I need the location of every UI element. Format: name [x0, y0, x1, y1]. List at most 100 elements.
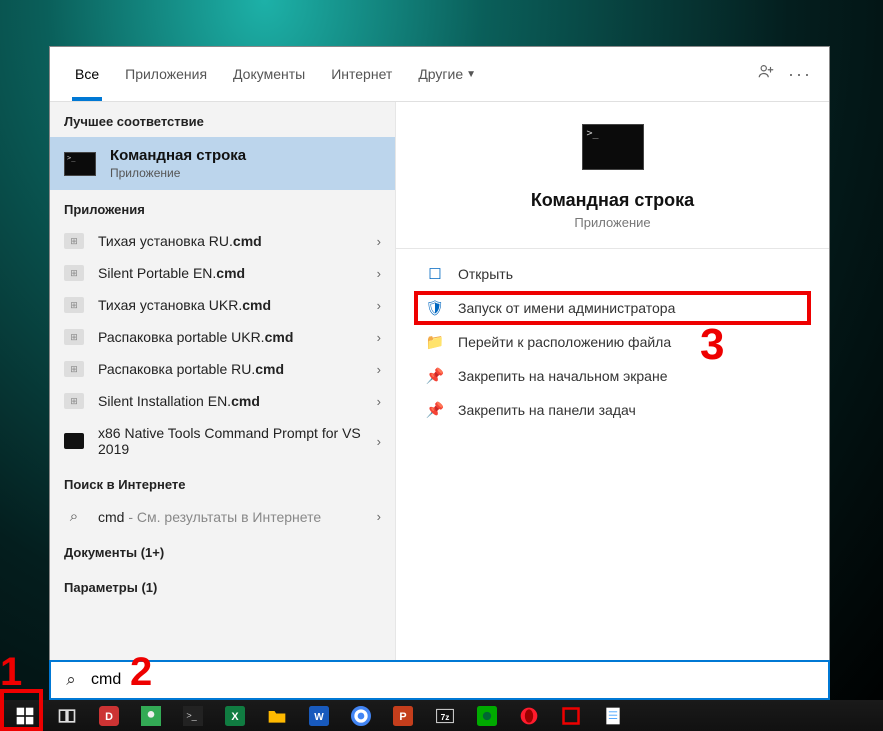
app-result-label: Распаковка portable UKR.cmd: [98, 329, 369, 345]
open-icon: ☐: [424, 265, 446, 283]
search-input-container[interactable]: ⌕: [49, 660, 830, 700]
app-result-label: Распаковка portable RU.cmd: [98, 361, 369, 377]
taskbar-excel-icon[interactable]: X: [214, 701, 256, 730]
taskbar-app-icon[interactable]: [550, 701, 592, 730]
pin-icon: 📌: [424, 401, 446, 419]
svg-text:P: P: [399, 711, 406, 723]
action-pin-start[interactable]: 📌 Закрепить на начальном экране: [396, 359, 829, 393]
tab-documents[interactable]: Документы: [220, 47, 318, 101]
action-list: ☐ Открыть 🛡 Запуск от имени администрато…: [396, 249, 829, 435]
search-content: Лучшее соответствие Командная строка При…: [50, 102, 829, 701]
app-result-label: Тихая установка UKR.cmd: [98, 297, 369, 313]
web-search-label: cmd - См. результаты в Интернете: [98, 509, 369, 525]
chevron-right-icon: ›: [369, 234, 381, 249]
search-input[interactable]: [91, 671, 828, 689]
tab-all[interactable]: Все: [62, 47, 112, 101]
tab-other-label: Другие: [418, 66, 463, 82]
chevron-right-icon: ›: [369, 362, 381, 377]
app-result-label: Тихая установка RU.cmd: [98, 233, 369, 249]
taskbar-app-icon[interactable]: D: [88, 701, 130, 730]
action-label: Запуск от имени администратора: [458, 300, 675, 316]
folder-icon: 📁: [424, 333, 446, 351]
taskbar-terminal-icon[interactable]: >_: [172, 701, 214, 730]
tab-apps[interactable]: Приложения: [112, 47, 220, 101]
tab-other[interactable]: Другие▼: [405, 47, 489, 101]
svg-text:X: X: [231, 711, 239, 723]
preview-subtitle: Приложение: [396, 215, 829, 230]
section-web: Поиск в Интернете: [50, 465, 395, 500]
taskbar-notepad-icon[interactable]: [592, 701, 634, 730]
app-result-label: Silent Installation EN.cmd: [98, 393, 369, 409]
script-icon: ⊞: [64, 233, 84, 249]
callout-1: 1: [0, 650, 22, 695]
cmd-icon: [64, 152, 96, 176]
terminal-icon: [64, 433, 84, 449]
action-label: Закрепить на панели задач: [458, 402, 636, 418]
chevron-right-icon: ›: [369, 298, 381, 313]
start-search-panel: Все Приложения Документы Интернет Другие…: [49, 46, 830, 702]
app-result[interactable]: x86 Native Tools Command Prompt for VS 2…: [50, 417, 395, 465]
taskbar-powerpoint-icon[interactable]: P: [382, 701, 424, 730]
preview-column: Командная строка Приложение ☐ Открыть 🛡 …: [395, 102, 829, 701]
callout-highlight-3: 🛡 Запуск от имени администратора: [414, 291, 811, 325]
app-result[interactable]: ⊞ Тихая установка UKR.cmd ›: [50, 289, 395, 321]
cmd-icon: [582, 124, 644, 170]
app-result-label: Silent Portable EN.cmd: [98, 265, 369, 281]
chevron-right-icon: ›: [369, 509, 381, 524]
search-icon: ⌕: [51, 670, 91, 690]
section-apps: Приложения: [50, 190, 395, 225]
script-icon: ⊞: [64, 265, 84, 281]
action-open[interactable]: ☐ Открыть: [396, 257, 829, 291]
app-result[interactable]: ⊞ Тихая установка RU.cmd ›: [50, 225, 395, 257]
taskbar-opera-icon[interactable]: [508, 701, 550, 730]
more-options-icon[interactable]: ···: [783, 64, 817, 85]
action-pin-taskbar[interactable]: 📌 Закрепить на панели задач: [396, 393, 829, 427]
shield-icon: 🛡: [424, 299, 446, 317]
preview-header: Командная строка Приложение: [396, 102, 829, 248]
tab-internet[interactable]: Интернет: [318, 47, 405, 101]
taskbar-explorer-icon[interactable]: [256, 701, 298, 730]
preview-title: Командная строка: [396, 190, 829, 211]
search-tab-bar: Все Приложения Документы Интернет Другие…: [50, 47, 829, 102]
app-result[interactable]: ⊞ Silent Portable EN.cmd ›: [50, 257, 395, 289]
taskbar: D >_ X W P 7z: [0, 700, 883, 731]
app-result[interactable]: ⊞ Silent Installation EN.cmd ›: [50, 385, 395, 417]
taskbar-chrome-icon[interactable]: [340, 701, 382, 730]
chevron-right-icon: ›: [369, 394, 381, 409]
best-match-item[interactable]: Командная строка Приложение: [50, 137, 395, 190]
best-match-title: Командная строка: [110, 147, 246, 164]
task-view-icon[interactable]: [46, 701, 88, 730]
search-icon: ⌕: [64, 508, 84, 525]
section-settings[interactable]: Параметры (1): [50, 568, 395, 603]
script-icon: ⊞: [64, 329, 84, 345]
svg-text:D: D: [105, 711, 113, 723]
feedback-icon[interactable]: [749, 63, 783, 86]
svg-text:>_: >_: [186, 710, 197, 720]
best-match-text: Командная строка Приложение: [110, 147, 246, 180]
taskbar-7zip-icon[interactable]: 7z: [424, 701, 466, 730]
start-button[interactable]: [4, 701, 46, 730]
action-open-location[interactable]: 📁 Перейти к расположению файла: [396, 325, 829, 359]
app-result[interactable]: ⊞ Распаковка portable UKR.cmd ›: [50, 321, 395, 353]
taskbar-word-icon[interactable]: W: [298, 701, 340, 730]
action-label: Открыть: [458, 266, 513, 282]
script-icon: ⊞: [64, 393, 84, 409]
best-match-subtitle: Приложение: [110, 166, 246, 180]
svg-text:W: W: [314, 712, 324, 723]
app-result-label: x86 Native Tools Command Prompt for VS 2…: [98, 425, 369, 457]
pin-icon: 📌: [424, 367, 446, 385]
taskbar-app-icon[interactable]: [130, 701, 172, 730]
script-icon: ⊞: [64, 297, 84, 313]
action-label: Перейти к расположению файла: [458, 334, 671, 350]
action-run-as-admin[interactable]: 🛡 Запуск от имени администратора: [424, 299, 801, 317]
chevron-right-icon: ›: [369, 266, 381, 281]
app-result[interactable]: ⊞ Распаковка portable RU.cmd ›: [50, 353, 395, 385]
action-label: Закрепить на начальном экране: [458, 368, 668, 384]
web-search-result[interactable]: ⌕ cmd - См. результаты в Интернете ›: [50, 500, 395, 533]
script-icon: ⊞: [64, 361, 84, 377]
svg-text:7z: 7z: [441, 712, 450, 722]
taskbar-app-icon[interactable]: [466, 701, 508, 730]
chevron-right-icon: ›: [369, 330, 381, 345]
section-documents[interactable]: Документы (1+): [50, 533, 395, 568]
chevron-down-icon: ▼: [466, 69, 476, 80]
